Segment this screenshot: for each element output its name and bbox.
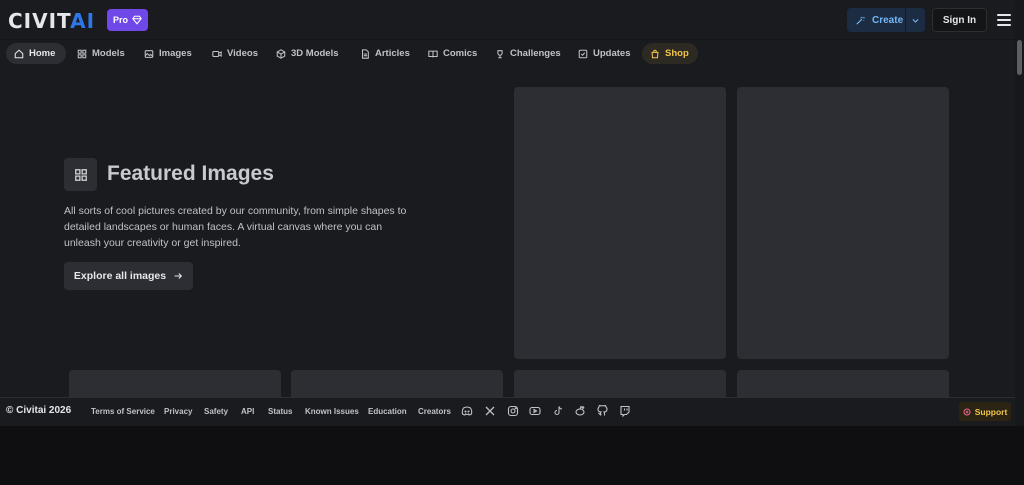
main-nav: Home Models Images Videos 3D Models Arti… — [0, 39, 1015, 66]
nav-item-3d-models[interactable]: 3D Models — [268, 43, 347, 64]
nav-item-label: Models — [92, 48, 125, 59]
book-icon — [428, 50, 438, 57]
nav-item-label: 3D Models — [291, 48, 339, 59]
featured-title: Featured Images — [107, 162, 274, 185]
explore-button-label: Explore all images — [73, 270, 167, 282]
instagram-icon[interactable] — [507, 405, 519, 417]
nav-item-label: Home — [29, 48, 56, 59]
civitai-logo[interactable]: CIVITAI — [8, 9, 95, 33]
logo-ai-text: AI — [70, 9, 96, 33]
nav-item-label: Images — [159, 48, 192, 59]
support-icon — [963, 408, 971, 415]
nav-item-home[interactable]: Home — [6, 43, 66, 64]
grid-icon — [77, 49, 87, 58]
arrow-right-icon — [174, 273, 183, 279]
nav-item-videos[interactable]: Videos — [204, 43, 266, 64]
nav-item-label: Comics — [443, 48, 478, 59]
support-button[interactable]: Support — [959, 402, 1011, 421]
footer-link-known-issues[interactable]: Known Issues — [305, 407, 359, 416]
trophy-icon — [497, 49, 503, 58]
pro-badge[interactable]: Pro — [107, 9, 148, 31]
footer-link-api[interactable]: API — [241, 407, 254, 416]
footer-link-creators[interactable]: Creators — [418, 407, 451, 416]
nav-item-label: Shop — [665, 48, 689, 59]
reddit-icon[interactable] — [574, 405, 586, 417]
page-scrollbar[interactable] — [1015, 0, 1024, 426]
nav-item-label: Videos — [227, 48, 258, 59]
footer-link-terms[interactable]: Terms of Service — [91, 407, 155, 416]
home-icon — [14, 49, 24, 58]
updates-icon — [578, 49, 588, 58]
nav-item-updates[interactable]: Updates — [570, 43, 638, 64]
shopping-bag-icon — [651, 49, 659, 58]
image-card-placeholder[interactable] — [737, 370, 949, 397]
image-card-placeholder[interactable] — [291, 370, 503, 397]
image-card-placeholder[interactable] — [514, 370, 726, 397]
featured-description: All sorts of cool pictures created by ou… — [64, 205, 407, 249]
magic-wand-icon — [856, 16, 865, 25]
footer-link-safety[interactable]: Safety — [204, 407, 228, 416]
cube-icon — [276, 48, 286, 59]
nav-item-shop[interactable]: Shop — [642, 43, 698, 64]
grid-icon — [74, 168, 87, 181]
pro-badge-label: Pro — [112, 15, 128, 25]
hamburger-menu-icon[interactable] — [997, 14, 1011, 26]
github-icon[interactable] — [597, 405, 609, 417]
discord-icon[interactable] — [461, 405, 473, 417]
featured-section-icon — [64, 158, 97, 191]
nav-item-images[interactable]: Images — [136, 43, 200, 64]
nav-item-label: Challenges — [510, 48, 561, 59]
footer-link-education[interactable]: Education — [368, 407, 407, 416]
image-card-placeholder[interactable] — [737, 87, 949, 359]
diamond-icon — [132, 15, 142, 25]
page-bottom-area — [0, 426, 1024, 485]
youtube-icon[interactable] — [529, 405, 541, 417]
twitch-icon[interactable] — [619, 405, 631, 417]
sign-in-button[interactable]: Sign In — [932, 8, 987, 32]
logo-civit-text: CIVIT — [8, 9, 71, 33]
scrollbar-thumb[interactable] — [1017, 40, 1022, 75]
featured-images-section: Featured Images All sorts of cool pictur… — [0, 66, 1015, 397]
page-footer: © Civitai 2026 Terms of Service Privacy … — [0, 397, 1015, 426]
nav-item-articles[interactable]: Articles — [352, 43, 418, 64]
nav-item-label: Updates — [593, 48, 631, 59]
nav-item-comics[interactable]: Comics — [420, 43, 485, 64]
support-button-label: Support — [974, 406, 1008, 417]
create-dropdown-toggle[interactable] — [906, 16, 925, 25]
footer-link-privacy[interactable]: Privacy — [164, 407, 192, 416]
image-card-placeholder[interactable] — [514, 87, 726, 359]
top-header: CIVITAI Pro Create Sign In — [0, 0, 1015, 39]
copyright-text: © Civitai 2026 — [6, 405, 72, 416]
footer-link-status[interactable]: Status — [268, 407, 292, 416]
create-button-label: Create — [872, 14, 904, 26]
tiktok-icon[interactable] — [552, 405, 564, 417]
create-button[interactable]: Create — [847, 8, 925, 32]
chevron-down-icon — [912, 18, 919, 23]
nav-item-models[interactable]: Models — [69, 43, 133, 64]
explore-all-images-button[interactable]: Explore all images — [64, 262, 193, 290]
article-icon — [361, 48, 369, 59]
image-card-placeholder[interactable] — [69, 370, 281, 397]
nav-item-label: Articles — [375, 48, 410, 59]
nav-item-challenges[interactable]: Challenges — [487, 43, 569, 64]
image-icon — [144, 49, 154, 58]
video-icon — [212, 50, 222, 57]
x-icon[interactable] — [484, 405, 496, 417]
